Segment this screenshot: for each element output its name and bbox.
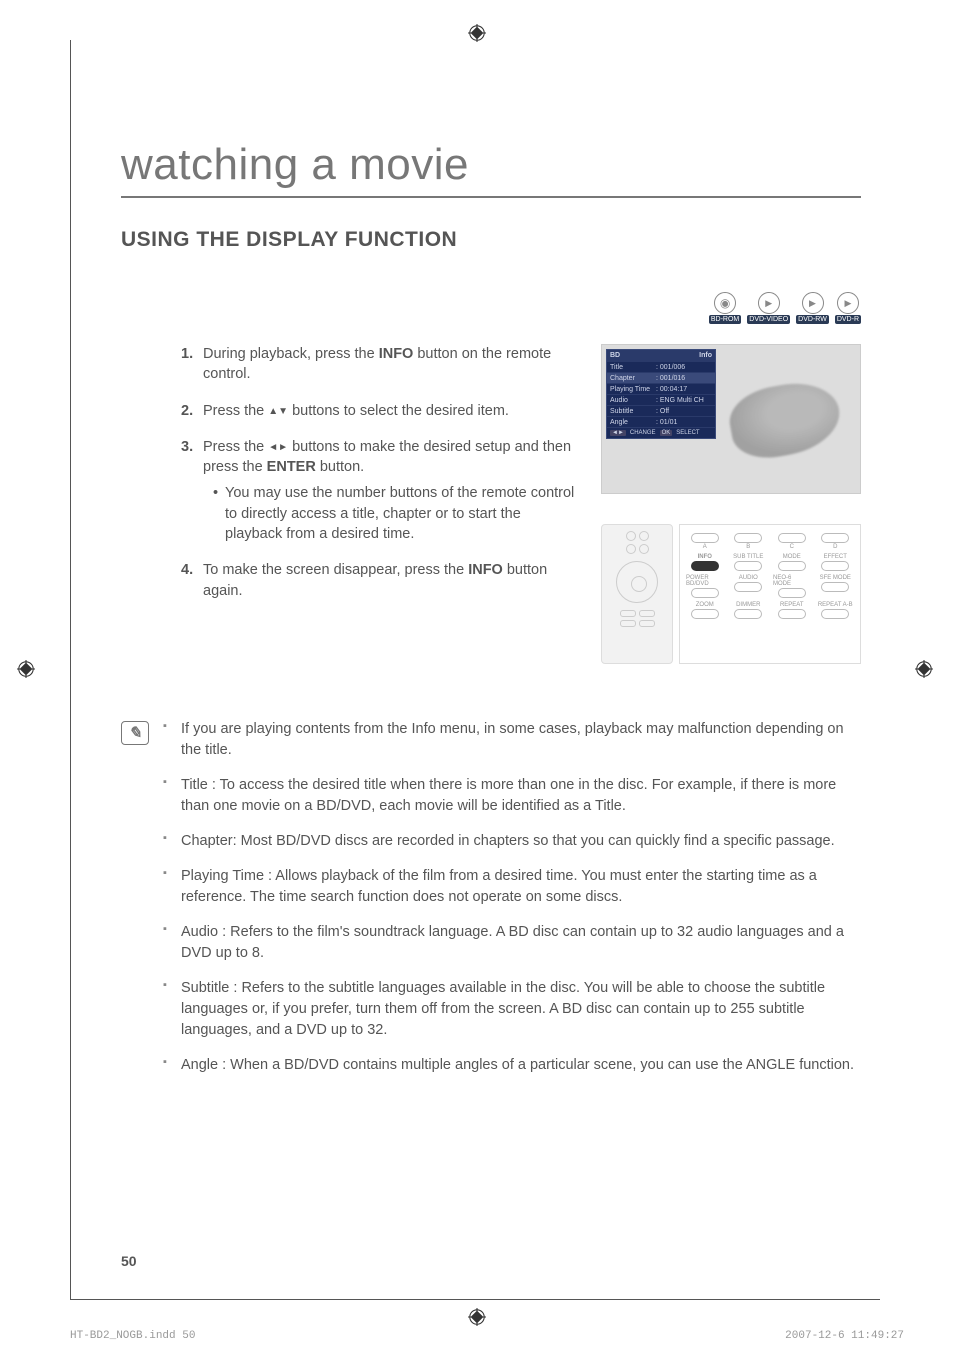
note-item: Title : To access the desired title when… <box>163 775 861 817</box>
remote-btn: AUDIO <box>739 575 758 581</box>
chapter-title: watching a movie <box>121 140 861 198</box>
instruction-steps: During playback, press the INFO button o… <box>181 344 576 601</box>
disc-circle-icon <box>714 292 736 314</box>
step-text: Press the <box>203 403 268 419</box>
remote-btn: NEO-6 MODE <box>773 575 811 587</box>
remote-btn: ZOOM <box>696 602 714 608</box>
video-thumbnail <box>725 376 845 464</box>
step-1: During playback, press the INFO button o… <box>181 344 576 385</box>
step-text: Press the <box>203 439 268 455</box>
osd-select-tag: OK <box>660 430 673 436</box>
left-right-arrow-icon: ◄► <box>268 442 288 453</box>
disc-circle-icon <box>837 292 859 314</box>
section-title: USING THE DISPLAY FUNCTION <box>121 228 880 252</box>
step-2: Press the ▲▼ buttons to select the desir… <box>181 401 576 421</box>
disc-icon: BD-ROM <box>709 292 741 324</box>
remote-btn: SFE MODE <box>820 575 851 581</box>
step-bold: ENTER <box>267 459 316 475</box>
print-footer: HT-BD2_NOGB.indd 50 2007-12-6 11:49:27 <box>70 1330 904 1342</box>
osd-footer-text: SELECT <box>676 430 699 436</box>
osd-row: Playing Time00:04:17 <box>607 383 715 394</box>
remote-btn: A <box>703 544 707 550</box>
osd-info-panel: BD Info Title001/006Chapter001/016Playin… <box>606 349 716 439</box>
remote-control-figure: A B C D INFO SUB TITLE MODE EFFECT POWER… <box>601 524 861 664</box>
remote-btn: C <box>790 544 794 550</box>
disc-circle-icon <box>758 292 780 314</box>
disc-label: DVD-R <box>835 315 861 324</box>
remote-dpad-panel <box>601 524 673 664</box>
remote-buttons-panel: A B C D INFO SUB TITLE MODE EFFECT POWER… <box>679 524 861 664</box>
remote-btn: EFFECT <box>824 554 847 560</box>
disc-label: DVD-VIDEO <box>747 315 790 324</box>
disc-type-icons: BD-ROM DVD-VIDEO DVD-RW DVD-R <box>121 292 861 324</box>
registration-mark-icon <box>17 660 35 678</box>
step-text: During playback, press the <box>203 346 379 362</box>
up-down-arrow-icon: ▲▼ <box>268 406 288 417</box>
osd-header-left: BD <box>610 352 620 359</box>
note-item: Subtitle : Refers to the subtitle langua… <box>163 978 861 1041</box>
osd-row: Chapter001/016 <box>607 372 715 383</box>
playback-osd-figure: BD Info Title001/006Chapter001/016Playin… <box>601 344 861 494</box>
disc-label: DVD-RW <box>796 315 829 324</box>
remote-btn: MODE <box>783 554 801 560</box>
registration-mark-icon <box>468 1308 486 1326</box>
step-bold: INFO <box>379 346 414 362</box>
step-bold: INFO <box>468 562 503 578</box>
disc-circle-icon <box>802 292 824 314</box>
remote-info-label: INFO <box>698 554 712 560</box>
osd-row: SubtitleOff <box>607 405 715 416</box>
osd-change-tag: ◄► <box>610 430 626 436</box>
remote-btn: B <box>746 544 750 550</box>
step-4: To make the screen disappear, press the … <box>181 560 576 601</box>
notes-list: If you are playing contents from the Inf… <box>163 719 861 1090</box>
disc-icon: DVD-R <box>835 292 861 324</box>
page-number: 50 <box>121 1253 137 1269</box>
remote-btn: SUB TITLE <box>733 554 763 560</box>
disc-label: BD-ROM <box>709 315 741 324</box>
footer-file: HT-BD2_NOGB.indd 50 <box>70 1330 195 1342</box>
remote-btn: D <box>833 544 837 550</box>
remote-btn: DIMMER <box>736 602 760 608</box>
note-item: Playing Time : Allows playback of the fi… <box>163 866 861 908</box>
note-item: Chapter: Most BD/DVD discs are recorded … <box>163 831 861 852</box>
step-3-bullet: You may use the number buttons of the re… <box>213 483 576 544</box>
step-text: buttons to select the desired item. <box>288 403 509 419</box>
dpad-icon <box>616 561 658 603</box>
note-item: If you are playing contents from the Inf… <box>163 719 861 761</box>
note-pencil-icon: ✎ <box>121 721 149 745</box>
footer-timestamp: 2007-12-6 11:49:27 <box>785 1330 904 1342</box>
osd-header-right: Info <box>699 352 712 359</box>
disc-icon: DVD-RW <box>796 292 829 324</box>
step-text: To make the screen disappear, press the <box>203 562 468 578</box>
registration-mark-icon <box>915 660 933 678</box>
step-3: Press the ◄► buttons to make the desired… <box>181 437 576 544</box>
osd-row: Angle01/01 <box>607 416 715 427</box>
step-text: button. <box>316 459 364 475</box>
osd-footer-text: CHANGE <box>630 430 656 436</box>
remote-btn: POWER BD/DVD <box>686 575 724 587</box>
osd-row: Title001/006 <box>607 361 715 372</box>
osd-row: AudioENG Multi CH <box>607 394 715 405</box>
remote-btn: REPEAT <box>780 602 804 608</box>
note-item: Audio : Refers to the film's soundtrack … <box>163 922 861 964</box>
note-item: Angle : When a BD/DVD contains multiple … <box>163 1055 861 1076</box>
remote-info-button <box>691 561 719 571</box>
remote-btn: REPEAT A-B <box>818 602 853 608</box>
disc-icon: DVD-VIDEO <box>747 292 790 324</box>
